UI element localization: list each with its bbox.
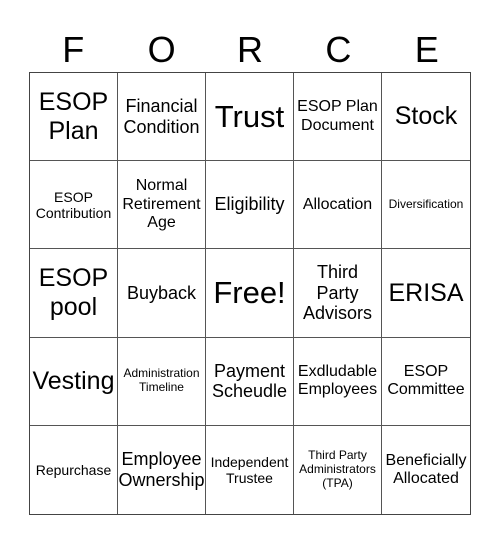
bingo-cell[interactable]: Allocation (294, 161, 382, 250)
bingo-cell-free-space[interactable]: Free! (206, 249, 294, 338)
bingo-cell[interactable]: Buyback (118, 249, 206, 338)
bingo-cell[interactable]: Trust (206, 73, 294, 162)
bingo-cell[interactable]: Repurchase (30, 425, 118, 514)
bingo-cell[interactable]: ESOP Contribution (30, 161, 118, 250)
header-letter-r: R (236, 29, 263, 70)
bingo-cell[interactable]: Exdludable Employees (294, 337, 382, 426)
bingo-cell[interactable]: ESOP Plan (30, 73, 118, 162)
bingo-cell[interactable]: Employee Ownership (118, 425, 206, 514)
bingo-cell[interactable]: Payment Scheudle (206, 337, 294, 426)
bingo-cell[interactable]: Financial Condition (118, 73, 206, 162)
bingo-cell[interactable]: Third Party Administrators (TPA) (294, 425, 382, 514)
bingo-cell[interactable]: Third Party Advisors (294, 249, 382, 338)
bingo-cell[interactable]: ESOP Committee (382, 338, 470, 426)
header-letter-c: C (325, 29, 352, 70)
header-letter-e: E (414, 29, 439, 70)
bingo-cell[interactable]: Vesting (30, 337, 118, 426)
bingo-cell[interactable]: Eligibility (206, 161, 294, 250)
bingo-header: F O R C E (29, 28, 471, 72)
bingo-cell[interactable]: Diversification (382, 161, 470, 250)
bingo-cell[interactable]: Normal Retirement Age (118, 161, 206, 250)
bingo-cell[interactable]: Beneficially Allocated (382, 426, 470, 514)
bingo-cell[interactable]: ESOP Plan Document (294, 73, 382, 162)
header-letter-o: O (147, 29, 176, 70)
bingo-cell[interactable]: Independent Trustee (206, 425, 294, 514)
bingo-grid: ESOP Plan Financial Condition Trust ESOP… (29, 72, 471, 515)
bingo-cell[interactable]: ERISA (382, 249, 470, 338)
header-letter-f: F (62, 29, 85, 70)
bingo-cell[interactable]: Stock (382, 73, 470, 162)
bingo-cell[interactable]: Administration Timeline (118, 337, 206, 426)
bingo-cell[interactable]: ESOP pool (30, 249, 118, 338)
